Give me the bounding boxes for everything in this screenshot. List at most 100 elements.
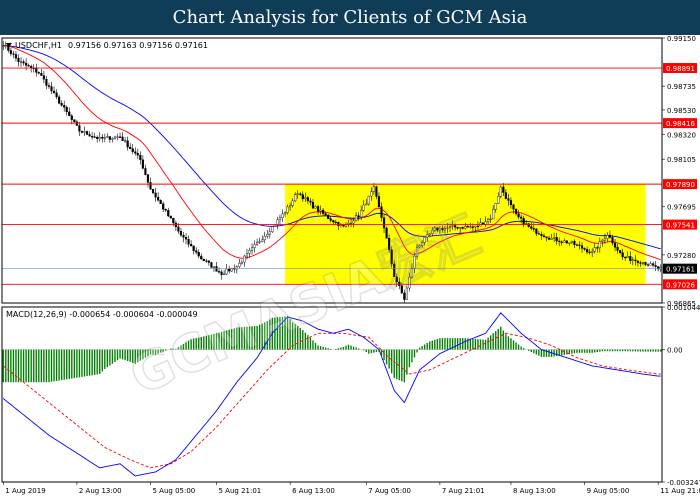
candle-body	[19, 61, 23, 63]
candle-body	[573, 241, 576, 245]
candle-body	[613, 242, 617, 248]
y-tick-label: 0.98530	[667, 107, 696, 115]
candle-body	[355, 215, 358, 222]
candle-body	[149, 182, 152, 190]
y-tick-label: 0.98105	[667, 156, 696, 164]
candle-body	[245, 253, 249, 257]
candle-body	[248, 250, 251, 254]
x-tick-label: 6 Aug 13:00	[292, 487, 335, 495]
candle-body	[63, 105, 66, 108]
candle-body	[144, 168, 147, 175]
candle-body	[535, 228, 538, 234]
candle-body	[172, 218, 175, 224]
candle-body	[631, 259, 634, 261]
candle-body	[289, 205, 292, 208]
level-price-label: 0.97541	[666, 222, 695, 230]
candle-body	[514, 208, 518, 214]
candle-body	[205, 260, 208, 262]
x-tick-label: 5 Aug 05:00	[153, 487, 196, 495]
candle-body	[103, 137, 106, 139]
y-tick-label: 0.98735	[667, 83, 696, 91]
candle-body	[157, 196, 160, 201]
candle-body	[316, 206, 320, 212]
candle-body	[558, 240, 561, 243]
candle-body	[202, 258, 205, 261]
candle-body	[586, 249, 589, 253]
candle-body	[116, 136, 119, 138]
candle-body	[641, 261, 645, 264]
candle-body	[162, 203, 165, 210]
candle-body	[646, 264, 650, 266]
candle-body	[266, 233, 269, 237]
candle-body	[575, 244, 579, 246]
candle-body	[512, 204, 515, 210]
candle-body	[240, 261, 243, 264]
candle-body	[520, 216, 523, 219]
level-price-label: 0.98416	[666, 120, 695, 128]
candle-body	[190, 244, 193, 247]
candle-body	[481, 222, 485, 225]
candle-body	[301, 194, 304, 200]
candle-body	[296, 193, 299, 195]
y-tick-label: 0.99150	[667, 35, 696, 43]
candle-body	[598, 241, 601, 248]
candle-body	[228, 268, 231, 272]
chart-canvas: 0.98891 0.98416 0.97890 0.97541 0.97026 0.971…	[1, 35, 700, 495]
candle-body	[9, 50, 12, 54]
candle-body	[70, 115, 73, 120]
x-tick-label: 7 Aug 21:01	[442, 487, 485, 495]
candle-body	[578, 244, 581, 246]
candle-body	[362, 204, 365, 211]
candle-body	[118, 136, 122, 138]
candle-body	[55, 92, 58, 98]
candle-body	[563, 240, 566, 243]
candle-body	[487, 218, 490, 222]
candle-body	[347, 222, 350, 225]
candle-body	[286, 206, 289, 213]
candle-body	[591, 251, 594, 253]
candle-body	[360, 210, 363, 218]
candle-body	[108, 136, 111, 140]
candle-body	[217, 271, 221, 273]
candle-body	[73, 119, 76, 123]
candle-body	[146, 174, 150, 183]
candle-body	[111, 138, 114, 140]
candle-body	[37, 72, 40, 74]
candle-body	[223, 273, 226, 276]
candle-body	[367, 195, 370, 205]
candle-body	[220, 271, 223, 276]
candle-body	[652, 263, 655, 266]
candle-body	[596, 247, 599, 249]
candle-body	[75, 121, 78, 126]
candle-body	[636, 260, 639, 263]
candle-body	[98, 136, 101, 139]
candle-body	[151, 189, 155, 194]
candle-body	[517, 213, 520, 218]
candle-body	[65, 107, 68, 113]
macd-layer	[2, 312, 662, 477]
candle-body	[352, 220, 355, 224]
candle-body	[616, 247, 619, 251]
candle-body	[45, 79, 48, 86]
y-tick-label: 0.97695	[667, 204, 696, 212]
candle-body	[492, 209, 495, 220]
candle-body	[139, 154, 142, 160]
candle-body	[85, 131, 89, 135]
candle-body	[601, 239, 604, 242]
candle-body	[509, 200, 513, 206]
candle-body	[4, 44, 7, 47]
candle-body	[200, 255, 203, 260]
candle-body	[106, 136, 109, 138]
candle-body	[93, 136, 96, 138]
candle-body	[365, 203, 368, 206]
candle-body	[334, 221, 337, 224]
x-tick-label: 7 Aug 05:00	[368, 487, 411, 495]
candle-body	[522, 218, 525, 225]
candle-body	[540, 234, 543, 236]
candle-body	[283, 212, 287, 215]
candle-body	[555, 237, 558, 242]
candle-body	[164, 208, 167, 211]
candle-body	[124, 140, 127, 142]
candle-body	[256, 242, 259, 245]
candle-body	[497, 196, 500, 204]
